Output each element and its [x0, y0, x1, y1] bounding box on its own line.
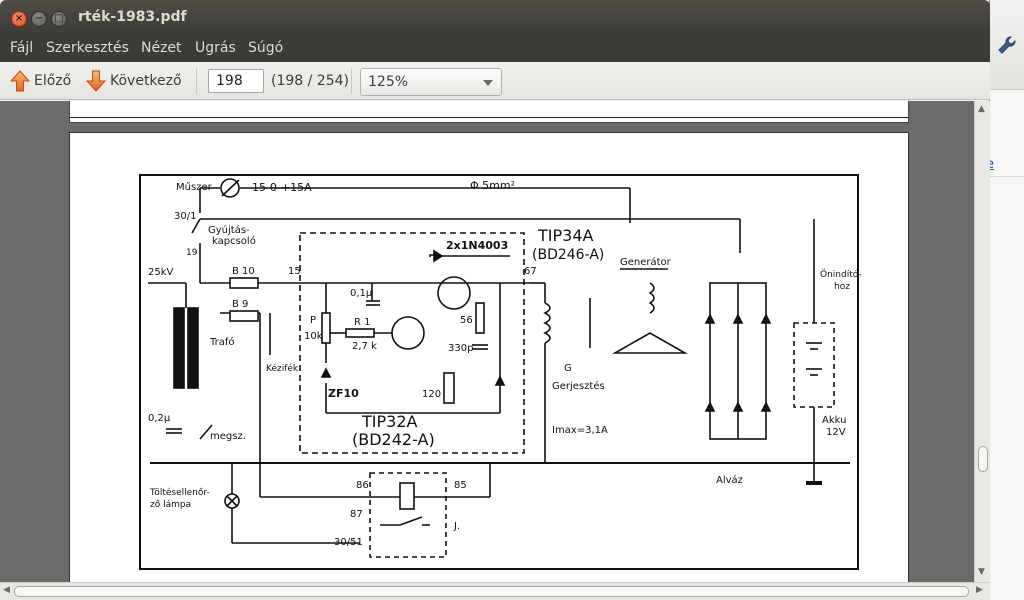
label-akku: Akku	[822, 415, 846, 426]
minimize-icon: −	[34, 13, 44, 24]
pdf-page: Műszer -15-0-+15A Φ 5mm² 30/1 Gyújtás- k…	[69, 132, 909, 582]
previous-page-bottom	[69, 101, 909, 123]
label-n85: 85	[454, 480, 467, 491]
next-page-button[interactable]: Következő	[86, 68, 182, 94]
label-megsz: megsz.	[210, 431, 246, 442]
vertical-scrollbar[interactable]: ▲ ▼	[974, 101, 990, 582]
menu-go[interactable]: Ugrás	[195, 40, 236, 56]
close-button[interactable]: ×	[11, 11, 27, 27]
page-count: (198 / 254)	[271, 73, 349, 89]
label-imax: Imax=3,1A	[552, 425, 608, 436]
label-t30-1: 30/1	[174, 211, 196, 222]
document-viewport[interactable]: Műszer -15-0-+15A Φ 5mm² 30/1 Gyújtás- k…	[0, 101, 974, 582]
background-window	[990, 0, 1024, 600]
maximize-icon: □	[54, 13, 64, 24]
label-meter-range: -15-0-+15A	[248, 181, 312, 194]
label-g: G	[564, 363, 572, 374]
scroll-up-icon[interactable]: ▲	[978, 104, 985, 114]
menu-bar: Fájl Szerkesztés Nézet Ugrás Súgó	[0, 36, 990, 62]
scroll-left-icon[interactable]: ◀	[3, 585, 10, 595]
label-v12: 12V	[826, 427, 846, 438]
label-c330: 330p	[448, 343, 473, 354]
label-r56: 56	[460, 315, 473, 326]
label-chassis: Alváz	[716, 474, 743, 486]
zoom-select[interactable]: 125%	[360, 68, 502, 96]
menu-file[interactable]: Fájl	[10, 40, 33, 56]
label-b10: B 10	[232, 266, 255, 277]
maximize-button[interactable]: □	[51, 11, 67, 27]
label-r120: 120	[422, 389, 441, 400]
label-p10k: 10k	[304, 331, 323, 342]
label-generator: Generátor	[620, 256, 672, 268]
vertical-scroll-thumb[interactable]	[978, 446, 988, 472]
label-n86: 86	[356, 480, 369, 491]
label-r1: R 1	[354, 317, 371, 328]
label-tip32: TIP32A	[361, 412, 418, 431]
screen: e × − □ rték-1983.pdf Fájl Szerkesztés N…	[0, 0, 1024, 600]
label-n67: 67	[524, 266, 537, 277]
label-r27k: 2,7 k	[352, 341, 377, 352]
previous-label: Előző	[34, 73, 72, 89]
label-diodes: 2x1N4003	[446, 239, 508, 252]
label-excitation: Gerjesztés	[552, 380, 605, 392]
label-cap02: 0,2μ	[148, 413, 171, 424]
label-meter: Műszer	[176, 181, 213, 193]
minimize-button[interactable]: −	[31, 11, 47, 27]
zoom-value: 125%	[368, 74, 409, 90]
close-icon: ×	[14, 13, 24, 24]
label-manual: Kézifék	[266, 363, 299, 374]
menu-help[interactable]: Súgó	[248, 40, 283, 56]
toolbar-separator	[351, 68, 352, 94]
arrow-up-icon	[10, 70, 30, 92]
label-zf10: ZF10	[328, 387, 359, 400]
next-label: Következő	[110, 73, 182, 89]
previous-page-button[interactable]: Előző	[10, 68, 71, 94]
label-cap01: 0,1μ	[350, 288, 373, 299]
label-ignition: Gyújtás-	[208, 224, 250, 236]
label-charge1: Töltésellenőr-	[149, 487, 210, 498]
background-divider	[990, 176, 1024, 177]
scroll-down-icon[interactable]: ▼	[978, 567, 985, 577]
scroll-right-icon[interactable]: ▶	[976, 585, 983, 595]
label-n19: 19	[186, 248, 198, 258]
horizontal-scrollbar[interactable]: ◀ ▶	[0, 582, 990, 600]
chevron-down-icon	[483, 80, 493, 86]
label-charge2: ző lámpa	[150, 500, 191, 510]
label-bd246: (BD246-A)	[532, 247, 604, 263]
arrow-down-icon	[86, 70, 106, 92]
label-tip34: TIP34A	[537, 226, 594, 245]
title-bar[interactable]: × − □ rték-1983.pdf	[0, 0, 990, 36]
document-viewer-window: × − □ rték-1983.pdf Fájl Szerkesztés Néz…	[0, 0, 990, 600]
label-trafo: Trafó	[209, 336, 235, 348]
label-hv: 25kV	[148, 267, 174, 278]
label-n87: 87	[350, 509, 363, 520]
menu-view[interactable]: Nézet	[141, 40, 182, 56]
label-bd242: (BD242-A)	[352, 430, 435, 449]
toolbar: Előző Következő 198 (198 / 254) 125%	[0, 62, 990, 100]
label-starter2: hoz	[834, 282, 850, 292]
horizontal-scroll-thumb[interactable]	[14, 586, 969, 597]
menu-edit[interactable]: Szerkesztés	[46, 40, 129, 56]
label-n15: 15	[288, 266, 301, 277]
label-b9: B 9	[232, 299, 248, 310]
toolbar-separator	[196, 68, 197, 94]
circuit-schematic: Műszer -15-0-+15A Φ 5mm² 30/1 Gyújtás- k…	[139, 174, 862, 570]
label-n30-51: 30/51	[334, 537, 363, 548]
window-title: rték-1983.pdf	[78, 9, 187, 25]
label-ignition2: kapcsoló	[212, 235, 256, 247]
page-number-input[interactable]: 198	[208, 69, 264, 93]
label-j: J.	[453, 521, 460, 532]
label-p: P	[310, 315, 316, 326]
background-toolbar	[990, 0, 1024, 90]
label-starter: Önindító-	[820, 269, 862, 280]
label-wire: Φ 5mm²	[470, 179, 515, 192]
wrench-icon[interactable]	[996, 34, 1018, 56]
